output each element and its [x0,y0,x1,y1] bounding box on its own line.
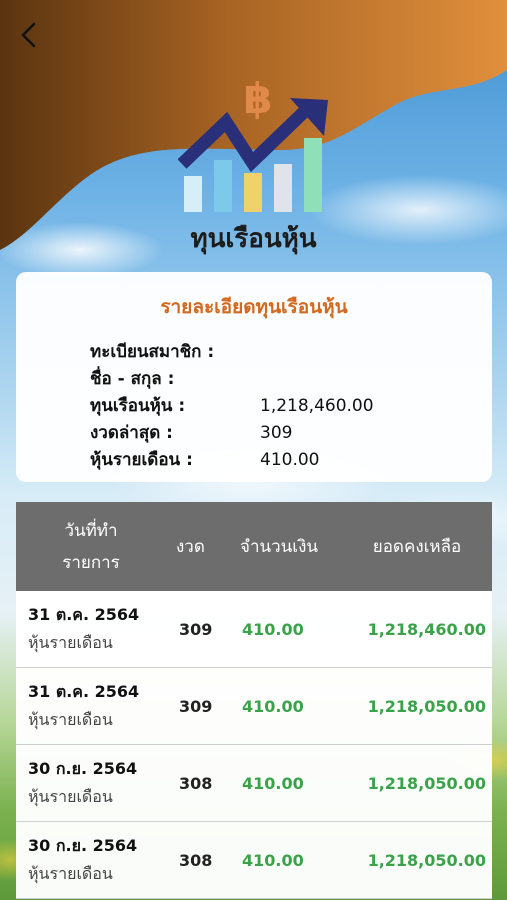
row-description: หุ้นรายเดือน [28,709,113,729]
date-header-line2: รายการ [62,552,120,573]
row-date: 31 ต.ค. 2564 [28,604,140,624]
row-period: 309 [179,696,213,716]
share-capital-value: 1,218,460.00 [260,396,374,416]
back-button[interactable] [12,18,46,52]
monthly-share-label: หุ้นรายเดือน : [90,450,193,470]
table-row[interactable]: 30 ก.ย. 2564 หุ้นรายเดือน 308 410.00 1,2… [16,822,492,899]
balance-column-header: ยอดคงเหลือ [372,537,462,557]
table-header: วันที่ทำ รายการ งวด จำนวนเงิน ยอดคงเหลือ [16,502,492,591]
table-row[interactable]: 30 ก.ย. 2564 หุ้นรายเดือน 308 410.00 1,2… [16,745,492,822]
share-capital-row: ทุนเรือนหุ้น : 1,218,460.00 [90,392,374,419]
row-amount: 410.00 [242,619,304,639]
row-amount: 410.00 [242,696,304,716]
card-title: รายละเอียดทุนเรือนหุ้น [160,296,348,318]
monthly-share-value: 410.00 [260,450,320,470]
amount-column-header: จำนวนเงิน [240,537,319,557]
share-details-card: รายละเอียดทุนเรือนหุ้น ทะเบียนสมาชิก : ช… [16,272,492,482]
name-row: ชื่อ - สกุล : [90,365,260,392]
row-description: หุ้นรายเดือน [28,863,113,883]
row-balance: 1,218,050.00 [367,773,486,793]
baht-icon: ฿ [243,74,272,123]
date-header-line1: วันที่ทำ [64,520,118,541]
row-date: 30 ก.ย. 2564 [28,758,138,778]
row-balance: 1,218,050.00 [367,696,486,716]
latest-period-value: 309 [260,423,293,443]
member-id-row: ทะเบียนสมาชิก : [90,338,260,365]
row-description: หุ้นรายเดือน [28,632,113,652]
share-capital-label: ทุนเรือนหุ้น : [90,396,186,416]
row-period: 309 [179,619,213,639]
table-row[interactable]: 31 ต.ค. 2564 หุ้นรายเดือน 309 410.00 1,2… [16,668,492,745]
page-title: ทุนเรือนหุ้น [190,224,317,254]
period-column-header: งวด [176,537,205,557]
chevron-left-icon [21,22,36,48]
row-amount: 410.00 [242,773,304,793]
row-amount: 410.00 [242,850,304,870]
row-date: 30 ก.ย. 2564 [28,835,138,855]
stock-chart-logo: ฿ [178,74,328,212]
row-balance: 1,218,050.00 [367,850,486,870]
latest-period-label: งวดล่าสุด : [90,423,173,443]
latest-period-row: งวดล่าสุด : 309 [90,419,292,446]
date-column-header: วันที่ทำ รายการ [16,515,166,579]
row-description: หุ้นรายเดือน [28,786,113,806]
row-date: 31 ต.ค. 2564 [28,681,140,701]
row-period: 308 [179,850,213,870]
row-period: 308 [179,773,213,793]
member-id-label: ทะเบียนสมาชิก : [90,342,215,362]
name-label: ชื่อ - สกุล : [90,369,175,389]
table-row[interactable]: 31 ต.ค. 2564 หุ้นรายเดือน 309 410.00 1,2… [16,591,492,668]
monthly-share-row: หุ้นรายเดือน : 410.00 [90,446,319,473]
transactions-table: วันที่ทำ รายการ งวด จำนวนเงิน ยอดคงเหลือ… [16,502,492,899]
row-balance: 1,218,460.00 [367,619,486,639]
